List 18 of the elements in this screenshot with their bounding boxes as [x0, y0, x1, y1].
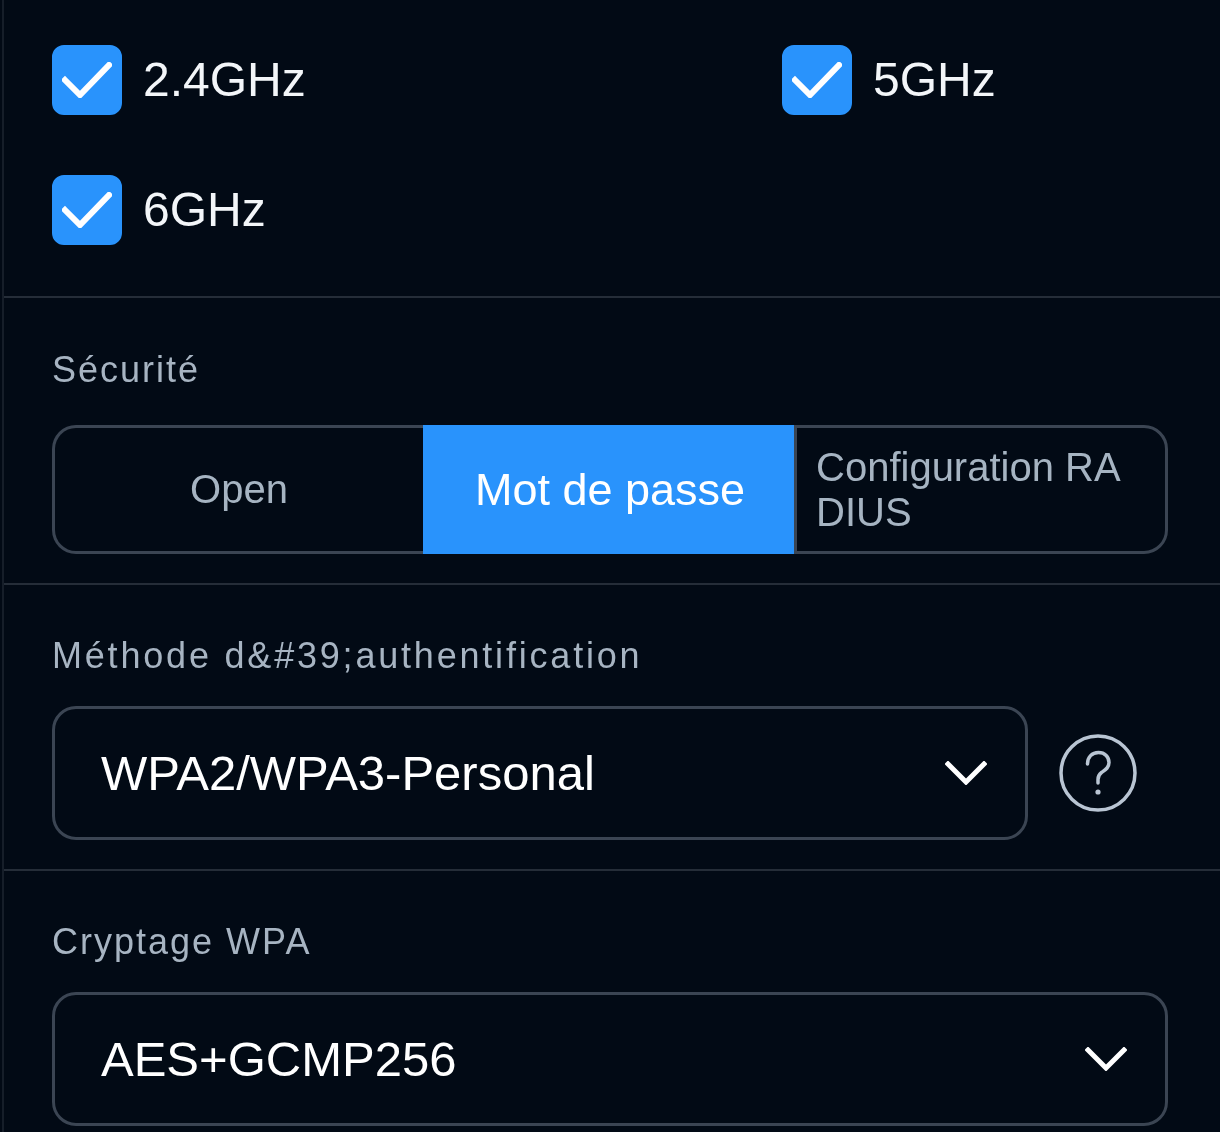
chevron-down-icon [945, 761, 987, 785]
checkbox-label: 5GHz [873, 52, 996, 108]
security-option[interactable]: Configuration RADIUS [794, 425, 1168, 554]
section-label: Sécurité [52, 348, 201, 392]
checkbox[interactable] [52, 175, 122, 245]
section-label: Méthode d&#39;authentification [52, 634, 643, 678]
checkmark-icon [62, 62, 112, 98]
checkbox[interactable] [782, 45, 852, 115]
dropdown[interactable]: AES+GCMP256 [52, 992, 1168, 1126]
section-label: Cryptage WPA [52, 920, 312, 964]
help-icon[interactable] [1059, 734, 1137, 812]
checkmark-icon [792, 62, 842, 98]
chevron-down-icon [1085, 1047, 1127, 1071]
checkbox-label: 2.4GHz [143, 52, 306, 108]
checkbox-label: 6GHz [143, 182, 266, 238]
checkbox[interactable] [52, 45, 122, 115]
dropdown[interactable]: WPA2/WPA3-Personal [52, 706, 1028, 840]
checkmark-icon [62, 192, 112, 228]
